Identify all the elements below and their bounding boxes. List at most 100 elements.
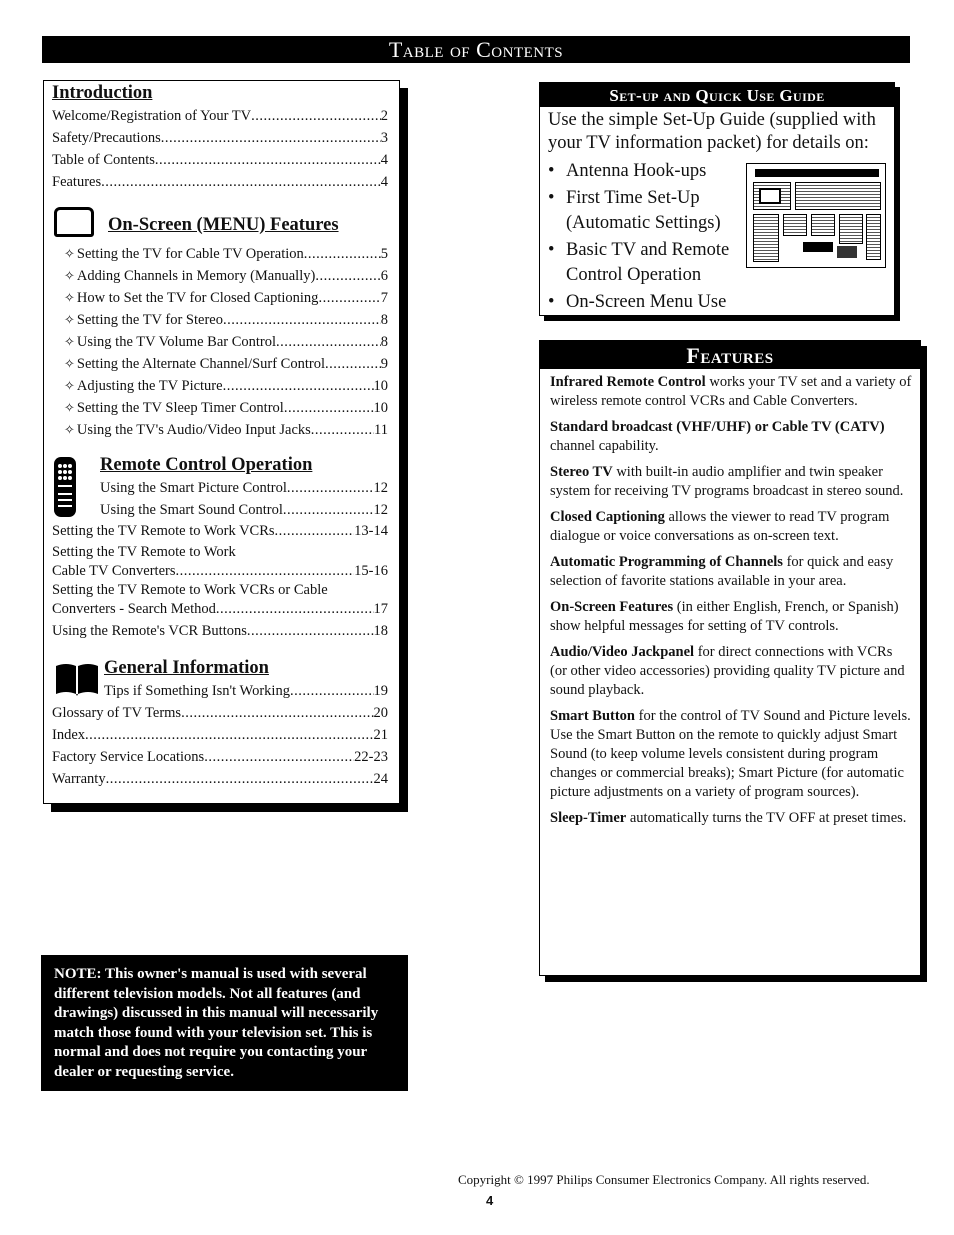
toc-entry[interactable]: ✧Using the TV's Audio/Video Input Jacks 1… bbox=[64, 419, 388, 441]
toc-entry[interactable]: Welcome/Registration of Your TV 2 bbox=[52, 105, 388, 127]
toc-entry[interactable]: Table of Contents 4 bbox=[52, 149, 388, 171]
feature-item: Infrared Remote Control works your TV se… bbox=[550, 373, 912, 411]
toc-entry-page: 21 bbox=[373, 727, 389, 743]
toc-entry-title: Using the TV's Audio/Video Input Jacks bbox=[76, 422, 311, 438]
feature-item: On-Screen Features (in either English, F… bbox=[550, 598, 912, 636]
feature-item: Automatic Programming of Channels for qu… bbox=[550, 553, 912, 591]
section-heading-introduction[interactable]: Introduction bbox=[52, 83, 388, 104]
toc-entry-title: Table of Contents bbox=[52, 152, 155, 168]
leader-dots bbox=[304, 243, 381, 265]
toc-entry[interactable]: ✧ Setting the Alternate Channel/Surf Cont… bbox=[64, 353, 388, 375]
toc-entry[interactable]: ✧ How to Set the TV for Closed Captioning… bbox=[64, 287, 388, 309]
feature-item: Audio/Video Jackpanel for direct connect… bbox=[550, 643, 912, 700]
toc-entry-title: How to Set the TV for Closed Captioning bbox=[76, 290, 319, 306]
tv-screen-icon bbox=[54, 207, 94, 237]
toc-entry[interactable]: Safety/Precautions 3 bbox=[52, 127, 388, 149]
leader-dots bbox=[161, 127, 381, 149]
feature-name: Infrared Remote Control bbox=[550, 374, 706, 390]
toc-entry[interactable]: ✧Using the TV Volume Bar Control 8 bbox=[64, 331, 388, 353]
leader-dots bbox=[287, 477, 374, 499]
features-heading: Features bbox=[540, 341, 920, 369]
leader-dots bbox=[106, 768, 374, 790]
toc-entry[interactable]: Using the Smart Sound Control 12 bbox=[100, 499, 388, 521]
leader-dots bbox=[216, 598, 374, 620]
toc-entry[interactable]: ✧Adjusting the TV Picture 10 bbox=[64, 375, 388, 397]
toc-entry[interactable]: Tips if Something Isn't Working 19 bbox=[104, 680, 388, 702]
setup-guide-bullet: On-Screen Menu Use bbox=[548, 290, 894, 315]
section-heading-general[interactable]: General Information bbox=[104, 658, 388, 680]
feature-description: channel capability. bbox=[550, 438, 659, 454]
toc-entry[interactable]: ✧Setting the TV for Cable TV Operation 5 bbox=[64, 243, 388, 265]
toc-entry[interactable]: Setting the TV Remote to Work Cable TV C… bbox=[52, 541, 388, 582]
toc-entry[interactable]: ✧Setting the TV for Stereo 8 bbox=[64, 309, 388, 331]
toc-entry-page: 11 bbox=[374, 422, 388, 438]
toc-entry-page: 13-14 bbox=[354, 523, 388, 539]
feature-name: On-Screen Features bbox=[550, 599, 674, 615]
section-heading-onscreen[interactable]: On-Screen (MENU) Features bbox=[108, 215, 339, 236]
page-title-text: Table of Contents bbox=[388, 37, 564, 62]
toc-entry-title: Features bbox=[52, 174, 102, 190]
onscreen-list: ✧Setting the TV for Cable TV Operation5 … bbox=[52, 243, 388, 441]
diamond-bullet-icon: ✧ bbox=[64, 268, 75, 283]
feature-description: automatically turns the TV OFF at preset… bbox=[626, 810, 907, 826]
leader-dots bbox=[283, 499, 374, 521]
toc-entry-title: Using the TV Volume Bar Control bbox=[76, 334, 277, 350]
toc-entry-page: 9 bbox=[380, 356, 388, 372]
toc-entry-title: Setting the TV Remote to Work VCRs bbox=[52, 523, 275, 539]
leader-dots bbox=[223, 375, 374, 397]
toc-entry-page: 8 bbox=[380, 334, 388, 350]
toc-entry[interactable]: Setting the TV Remote to Work VCRs or Ca… bbox=[52, 579, 388, 620]
section-heading-remote[interactable]: Remote Control Operation bbox=[100, 455, 388, 477]
setup-guide-bullet: First Time Set-Up (Automatic Settings) bbox=[548, 186, 733, 236]
toc-entry[interactable]: Factory Service Locations 22-23 bbox=[52, 746, 388, 768]
toc-entry-title: Setting the TV for Stereo bbox=[76, 312, 223, 328]
toc-entry[interactable]: Setting the TV Remote to Work VCRs 13-14 bbox=[52, 520, 388, 542]
features-list: Infrared Remote Control works your TV se… bbox=[540, 369, 920, 828]
feature-name: Stereo TV bbox=[550, 464, 613, 480]
remote-control-icon bbox=[54, 457, 76, 517]
toc-entry[interactable]: Warranty 24 bbox=[52, 768, 388, 790]
toc-entry[interactable]: Index 21 bbox=[52, 724, 388, 746]
toc-entry-page: 8 bbox=[380, 312, 388, 328]
toc-entry-title: Setting the TV for Cable TV Operation bbox=[76, 246, 304, 262]
toc-entry-page: 20 bbox=[373, 705, 389, 721]
leader-dots bbox=[247, 620, 374, 642]
leader-dots bbox=[204, 746, 354, 768]
toc-entry[interactable]: Using the Smart Picture Control 12 bbox=[100, 477, 388, 499]
general-list: Glossary of TV Terms 20 Index 21 Factory S… bbox=[52, 702, 388, 790]
page-title: Table of Contents bbox=[42, 36, 910, 63]
toc-entry-title: Using the Smart Sound Control bbox=[100, 502, 283, 518]
leader-dots bbox=[85, 724, 373, 746]
setup-guide-thumbnail-image bbox=[746, 163, 886, 268]
toc-entry[interactable]: Glossary of TV Terms 20 bbox=[52, 702, 388, 724]
toc-entry-page: 4 bbox=[380, 152, 388, 168]
toc-entry-page: 4 bbox=[380, 174, 388, 190]
toc-entry-page: 24 bbox=[373, 771, 389, 787]
leader-dots bbox=[325, 353, 381, 375]
toc-entry[interactable]: ✧Adding Channels in Memory (Manually) 6 bbox=[64, 265, 388, 287]
toc-entry[interactable]: Using the Remote's VCR Buttons 18 bbox=[52, 620, 388, 642]
feature-item: Stereo TV with built-in audio amplifier … bbox=[550, 463, 912, 501]
toc-entry-title: Setting the Alternate Channel/Surf Contr… bbox=[76, 356, 325, 372]
toc-entry-title: Tips if Something Isn't Working bbox=[104, 683, 290, 699]
feature-item: Standard broadcast (VHF/UHF) or Cable TV… bbox=[550, 418, 912, 456]
feature-item: Closed Captioning allows the viewer to r… bbox=[550, 508, 912, 546]
leader-dots bbox=[181, 702, 373, 724]
toc-entry-page: 2 bbox=[380, 108, 388, 124]
note-text: NOTE: This owner's manual is used with s… bbox=[54, 966, 379, 1080]
leader-dots bbox=[223, 309, 381, 331]
leader-dots bbox=[276, 331, 381, 353]
toc-entry[interactable]: Features 4 bbox=[52, 171, 388, 193]
toc-entry-page: 17 bbox=[373, 601, 389, 617]
toc-entry-page: 15-16 bbox=[354, 563, 388, 579]
toc-entry-page: 12 bbox=[373, 502, 389, 518]
toc-entry-title: Using the Smart Picture Control bbox=[100, 480, 287, 496]
leader-dots bbox=[275, 520, 355, 542]
toc-entry-page: 18 bbox=[373, 623, 389, 639]
leader-dots bbox=[311, 419, 374, 441]
toc-entry[interactable]: ✧Setting the TV Sleep Timer Control 10 bbox=[64, 397, 388, 419]
remote-list: Setting the TV Remote to Work VCRs13-14 … bbox=[52, 520, 388, 642]
toc-entry-title: Setting the TV Sleep Timer Control bbox=[76, 400, 284, 416]
diamond-bullet-icon: ✧ bbox=[64, 312, 75, 327]
general-sublist: Tips if Something Isn't Working 19 bbox=[52, 680, 388, 702]
